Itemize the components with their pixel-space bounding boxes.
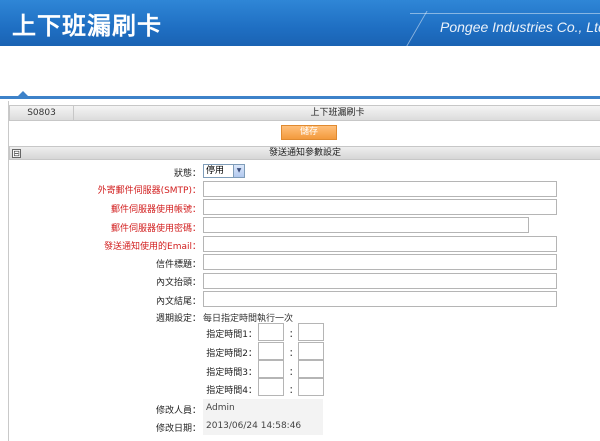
status-selected-value: 停用: [206, 166, 225, 176]
subject-label: 信件標題：: [155, 260, 201, 270]
chevron-down-icon[interactable]: ▼: [233, 165, 244, 177]
time2-hour-input[interactable]: [258, 342, 284, 360]
email-input[interactable]: [203, 236, 557, 252]
body-header-input[interactable]: [203, 273, 557, 289]
time4-label: 指定時間4：: [206, 386, 257, 396]
password-input[interactable]: [203, 217, 529, 233]
body-footer-label: 內文結尾：: [155, 297, 201, 307]
modifier-label: 修改人員：: [155, 406, 201, 416]
page: { "header": { "title": "上下班漏刷卡", "compan…: [0, 0, 600, 441]
modified-date-label: 修改日期：: [155, 424, 201, 434]
settings-panel: S0803 上下班漏刷卡 儲存 發送通知參數設定 ⊟ 狀態： 停用 ▼ 外寄郵件…: [8, 101, 600, 441]
company-name: Pongee Industries Co., Ltd.: [440, 19, 600, 35]
body-header-label: 內文抬頭：: [155, 278, 201, 288]
time4-minute-input[interactable]: [298, 378, 324, 396]
time1-colon: ：: [289, 330, 299, 340]
panel-title: 上下班漏刷卡: [310, 108, 365, 118]
email-label: 發送通知使用的Email：: [104, 242, 201, 252]
smtp-label: 外寄郵件伺服器(SMTP)：: [97, 186, 201, 196]
app-title: 上下班漏刷卡: [12, 12, 162, 40]
time4-hour-input[interactable]: [258, 378, 284, 396]
body-footer-input[interactable]: [203, 291, 557, 307]
time2-minute-input[interactable]: [298, 342, 324, 360]
panel-header: S0803 上下班漏刷卡: [9, 105, 600, 121]
time1-hour-input[interactable]: [258, 323, 284, 341]
time3-colon: ：: [289, 368, 299, 378]
top-divider: [0, 96, 600, 99]
password-label: 郵件伺服器使用密碼：: [110, 224, 201, 234]
collapse-icon[interactable]: ⊟: [12, 149, 21, 158]
modifier-value: Admin: [203, 399, 323, 417]
app-banner: 上下班漏刷卡 Pongee Industries Co., Ltd.: [0, 0, 600, 46]
account-label: 郵件伺服器使用帳號：: [110, 205, 201, 215]
time3-minute-input[interactable]: [298, 360, 324, 378]
subject-input[interactable]: [203, 254, 557, 270]
status-select[interactable]: 停用 ▼: [203, 164, 245, 178]
cycle-label: 週期設定：: [155, 314, 201, 324]
time3-hour-input[interactable]: [258, 360, 284, 378]
time1-minute-input[interactable]: [298, 323, 324, 341]
modified-date-value: 2013/06/24 14:58:46: [203, 417, 323, 435]
section-title: 發送通知參數設定: [268, 148, 341, 158]
time2-colon: ：: [289, 349, 299, 359]
status-label: 狀態：: [173, 169, 201, 179]
smtp-input[interactable]: [203, 181, 557, 197]
account-input[interactable]: [203, 199, 557, 215]
time2-label: 指定時間2：: [206, 349, 257, 359]
time4-colon: ：: [289, 386, 299, 396]
section-header: 發送通知參數設定 ⊟: [9, 146, 600, 160]
program-code: S0803: [10, 106, 74, 120]
save-button[interactable]: 儲存: [281, 125, 337, 140]
time3-label: 指定時間3：: [206, 368, 257, 378]
time1-label: 指定時間1：: [206, 330, 257, 340]
